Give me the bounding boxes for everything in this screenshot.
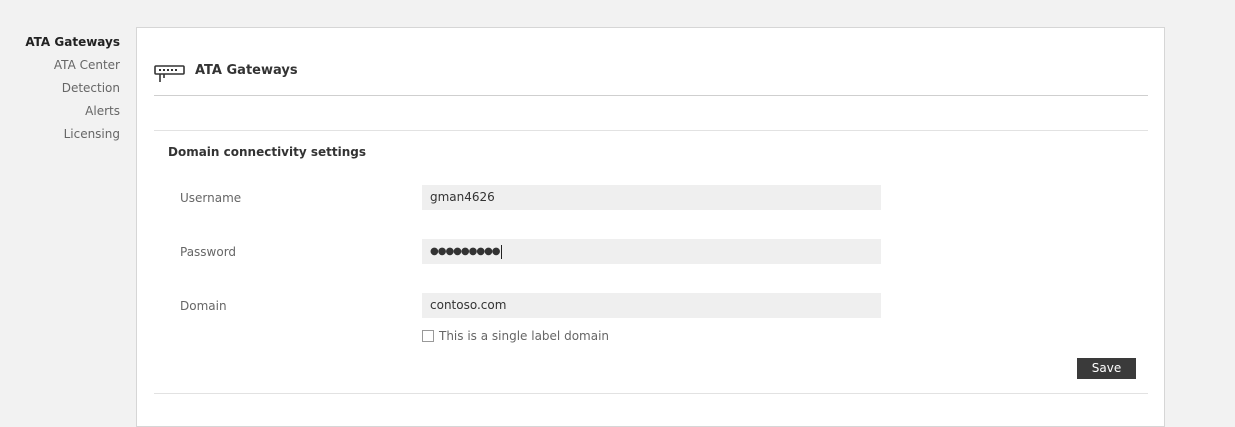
domain-connectivity-section: Domain connectivity settings Username Pa… — [154, 130, 1148, 394]
page-title: ATA Gateways — [195, 63, 298, 78]
username-field[interactable] — [422, 185, 881, 210]
settings-panel: ATA Gateways Domain connectivity setting… — [136, 27, 1165, 427]
nav-item-ata-center[interactable]: ATA Center — [0, 54, 120, 77]
save-button[interactable]: Save — [1077, 358, 1136, 379]
password-label: Password — [180, 245, 237, 259]
domain-field[interactable] — [422, 293, 881, 318]
single-label-domain-checkbox[interactable] — [422, 330, 434, 342]
nav-item-alerts[interactable]: Alerts — [0, 100, 120, 123]
password-mask: ●●●●●●●●● — [430, 246, 501, 257]
section-title: Domain connectivity settings — [168, 145, 366, 159]
nav-item-licensing[interactable]: Licensing — [0, 123, 120, 146]
settings-nav: ATA Gateways ATA Center Detection Alerts… — [0, 31, 120, 146]
single-label-domain-label: This is a single label domain — [439, 329, 610, 343]
panel-header: ATA Gateways — [154, 59, 1148, 96]
nav-item-detection[interactable]: Detection — [0, 77, 120, 100]
nav-item-ata-gateways[interactable]: ATA Gateways — [0, 31, 120, 54]
text-caret — [500, 244, 502, 259]
gateway-icon — [154, 65, 185, 82]
domain-label: Domain — [180, 299, 227, 313]
username-label: Username — [180, 191, 242, 205]
password-field[interactable]: ●●●●●●●●● — [422, 239, 881, 264]
single-label-domain-option[interactable]: This is a single label domain — [422, 329, 609, 343]
